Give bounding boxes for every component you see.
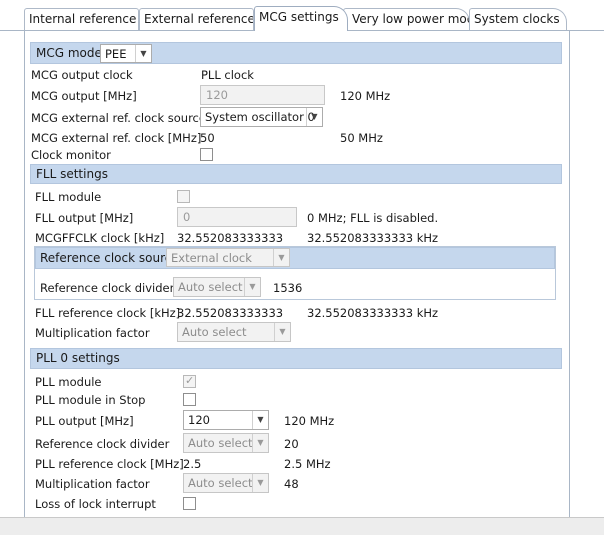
pll-module-label: PLL module [35, 375, 102, 389]
pll-lol-label: Loss of lock interrupt [35, 497, 156, 511]
fll-ref-clock-value: 32.552083333333 [177, 306, 284, 320]
fll-module-label: FLL module [35, 190, 102, 204]
tab-very-low-power-mode[interactable]: Very low power mode [343, 8, 470, 31]
pll-settings-band: PLL 0 settings [30, 348, 562, 369]
pll-ref-clock-unit: 2.5 MHz [284, 457, 331, 471]
fll-module-checkbox[interactable] [177, 190, 190, 203]
fll-mult-label: Multiplication factor [35, 326, 150, 340]
fll-settings-title: FLL settings [36, 167, 108, 181]
pll-output-unit: 120 MHz [284, 414, 335, 428]
chevron-down-icon: ▼ [252, 474, 268, 492]
tab-label: External reference cl [144, 12, 254, 26]
chevron-down-icon: ▼ [135, 45, 151, 62]
pll-mult-result: 48 [284, 477, 299, 491]
pll-output-label: PLL output [MHz] [35, 414, 134, 428]
fll-mult-value: Auto select [182, 325, 247, 339]
chevron-down-icon: ▼ [274, 323, 290, 341]
pll-divider-result: 20 [284, 437, 299, 451]
chevron-down-icon: ▼ [244, 278, 260, 296]
mcg-mode-label: MCG mode [36, 46, 102, 60]
mcg-ext-clock-unit: 50 MHz [340, 131, 383, 145]
clock-monitor-checkbox[interactable] [200, 148, 213, 161]
mcg-output-clock-label: MCG output clock [31, 68, 133, 82]
mcgffclk-unit: 32.552083333333 kHz [307, 231, 439, 245]
fll-ref-divider-value: Auto select [178, 280, 243, 294]
tab-label: Very low power mode [352, 12, 470, 26]
tab-label: System clocks [474, 12, 560, 26]
pll-mult-value: Auto select [188, 476, 253, 490]
tab-mcg-settings[interactable]: MCG settings [254, 6, 348, 31]
pll-ref-clock-value: 2.5 [183, 457, 202, 471]
tab-label: MCG settings [259, 10, 339, 24]
pll-divider-select[interactable]: Auto select ▼ [183, 433, 269, 453]
mcg-output-clock-value: PLL clock [201, 68, 254, 82]
fll-output-field[interactable]: 0 [177, 207, 297, 227]
fll-ref-divider-select[interactable]: Auto select ▼ [173, 277, 261, 297]
mcgffclk-value: 32.552083333333 [177, 231, 284, 245]
chevron-down-icon: ▼ [306, 108, 322, 126]
pll-stop-checkbox[interactable] [183, 393, 196, 406]
chevron-down-icon: ▼ [252, 434, 268, 452]
pll-mult-select[interactable]: Auto select ▼ [183, 473, 269, 493]
tab-system-clocks[interactable]: System clocks [469, 8, 567, 31]
pll-stop-label: PLL module in Stop [35, 393, 146, 407]
mcg-output-mhz-label: MCG output [MHz] [31, 89, 137, 103]
fll-mult-select[interactable]: Auto select ▼ [177, 322, 291, 342]
pll-divider-label: Reference clock divider [35, 437, 170, 451]
mcg-mode-value: PEE [105, 47, 127, 61]
fll-ref-source-value: External clock [171, 251, 252, 265]
fll-ref-source-band: Reference clock source [35, 247, 555, 269]
right-margin [590, 31, 604, 517]
pll-settings-title: PLL 0 settings [36, 351, 120, 365]
fll-output-label: FLL output [MHz] [35, 211, 134, 225]
fll-ref-source-label: Reference clock source [40, 251, 179, 265]
checkmark-icon: ✓ [185, 374, 195, 387]
mcg-output-mhz-unit: 120 MHz [340, 89, 391, 103]
fll-ref-clock-unit: 32.552083333333 kHz [307, 306, 439, 320]
fll-ref-source-select[interactable]: External clock ▼ [166, 248, 290, 267]
mcg-ext-source-label: MCG external ref. clock source [31, 111, 206, 125]
mcg-output-mhz-field[interactable]: 120 [200, 85, 325, 105]
tab-strip: Internal reference cl External reference… [0, 0, 604, 31]
mcg-ext-source-select[interactable]: System oscillator 0 ▼ [200, 107, 323, 127]
fll-ref-divider-result: 1536 [273, 281, 303, 295]
fll-output-note: 0 MHz; FLL is disabled. [307, 211, 439, 225]
fll-ref-clock-label: FLL reference clock [kHz] [35, 306, 181, 320]
tab-external-reference-clock[interactable]: External reference cl [139, 8, 254, 31]
chevron-down-icon: ▼ [273, 249, 289, 266]
pll-ref-clock-label: PLL reference clock [MHz] [35, 457, 184, 471]
mcg-ext-clock-value: 50 [200, 131, 215, 145]
bottom-bar [0, 517, 604, 535]
pll-mult-label: Multiplication factor [35, 477, 150, 491]
mcg-ext-source-value: System oscillator 0 [205, 110, 315, 124]
pll-output-value: 120 [188, 413, 210, 427]
mcgffclk-label: MCGFFCLK clock [kHz] [35, 231, 165, 245]
chevron-down-icon: ▼ [252, 411, 268, 429]
pll-divider-value: Auto select [188, 436, 253, 450]
pll-output-combo[interactable]: 120 ▼ [183, 410, 269, 430]
tab-internal-reference-clock[interactable]: Internal reference cl [24, 8, 139, 31]
pll-module-checkbox[interactable]: ✓ [183, 374, 196, 388]
tab-label: Internal reference cl [29, 12, 139, 26]
mcg-mode-select[interactable]: PEE ▼ [100, 44, 152, 63]
fll-settings-band: FLL settings [30, 164, 562, 184]
mcg-ext-clock-label: MCG external ref. clock [MHz] [31, 131, 202, 145]
clock-monitor-label: Clock monitor [31, 148, 111, 162]
fll-ref-divider-label: Reference clock divider [40, 281, 175, 295]
pll-lol-checkbox[interactable] [183, 497, 196, 510]
